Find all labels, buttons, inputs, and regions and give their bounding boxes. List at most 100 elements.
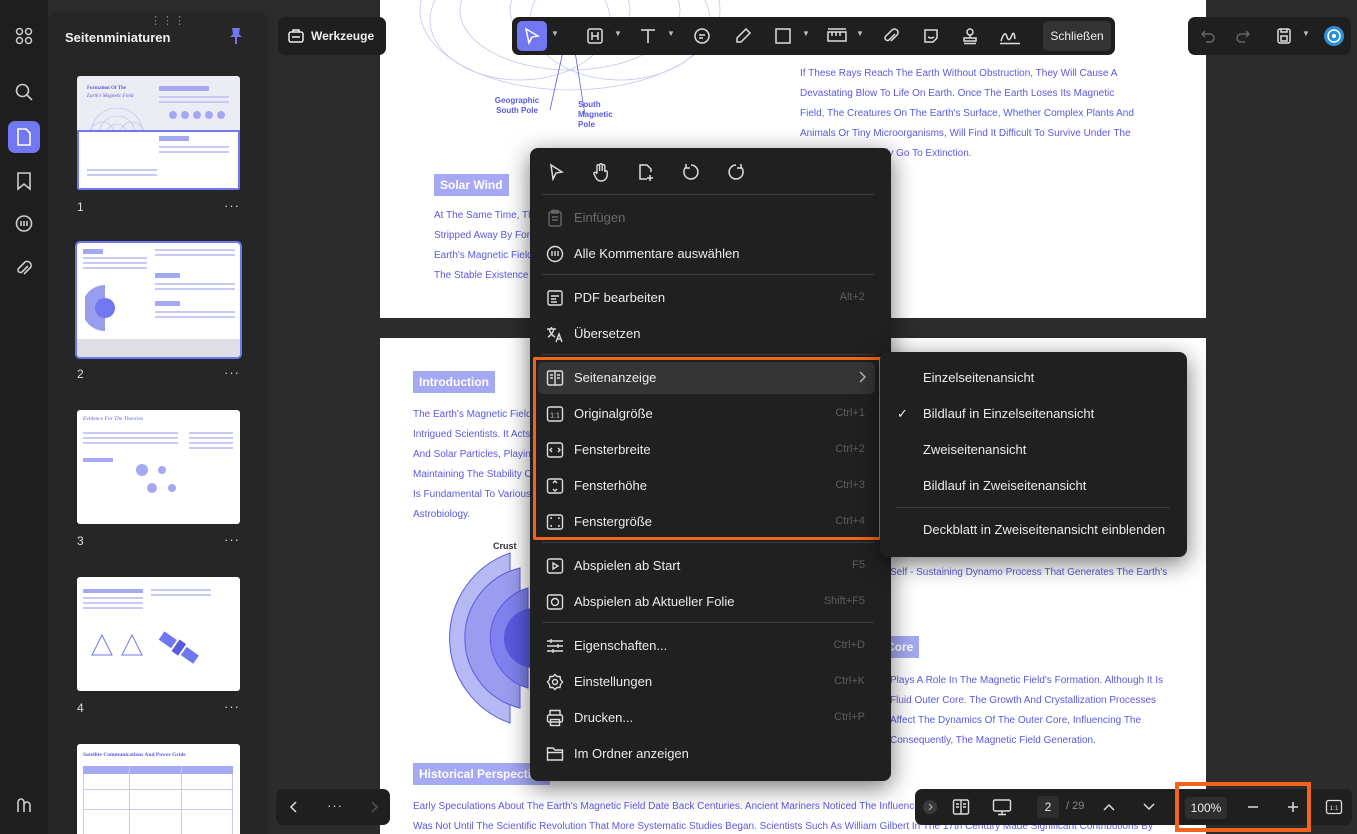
heading-tool-icon[interactable] (583, 24, 607, 48)
shape-tool-icon[interactable] (771, 24, 795, 48)
menu-item-translate[interactable]: Übersetzen (538, 318, 875, 350)
sticker-icon[interactable] (919, 24, 943, 48)
menu-item-show-in-folder[interactable]: Im Ordner anzeigen (538, 738, 875, 770)
menu-item-fit-height[interactable]: Fensterhöhe Ctrl+3 (538, 470, 875, 502)
redo-icon[interactable] (1231, 24, 1255, 48)
zoom-input[interactable]: 100% (1185, 797, 1227, 819)
thumbnails-panel: ⋮⋮⋮ Seitenminiaturen Formation Of The Ea… (48, 12, 268, 834)
comment-tool-icon[interactable] (690, 24, 714, 48)
thumbnail-more-button[interactable]: ··· (224, 198, 240, 213)
thumbnail-page-3[interactable]: Evidence For The Theories 3 ··· (77, 410, 240, 548)
menu-item-edit-pdf[interactable]: PDF bearbeiten Alt+2 (538, 282, 875, 314)
page-nav-left: ··· (276, 789, 390, 825)
menu-label: Originalgröße (574, 406, 653, 421)
annotation-toolbar: ▼ ▼ ▼ ▼ ▼ Schließen (512, 17, 1115, 55)
attachment-tool-icon[interactable] (879, 24, 903, 48)
submenu-item-cover-page[interactable]: Deckblatt in Zweiseitenansicht einblende… (888, 514, 1179, 546)
search-icon[interactable] (8, 76, 40, 108)
page-number-input[interactable]: 2 (1037, 796, 1059, 818)
signature-icon[interactable] (998, 24, 1022, 48)
tools-label: Werkzeuge (311, 29, 375, 43)
menu-item-select-comments[interactable]: Alle Kommentare auswählen (538, 238, 875, 270)
thumbnail-more-button[interactable]: ··· (224, 532, 240, 547)
pointer-icon[interactable] (544, 160, 568, 184)
collapse-icon[interactable] (923, 800, 937, 814)
rotate-left-icon[interactable] (679, 160, 703, 184)
thumbnail-more-button[interactable]: ··· (224, 699, 240, 714)
fit-window-icon (546, 514, 564, 530)
layers-icon[interactable] (8, 790, 40, 822)
actual-size-icon[interactable]: 1:1 (1322, 795, 1346, 819)
menu-label: Abspielen ab Start (574, 558, 681, 573)
close-button[interactable]: Schließen (1043, 21, 1111, 51)
menu-item-print[interactable]: Drucken... Ctrl+P (538, 702, 875, 734)
play-current-icon (546, 594, 564, 610)
chevron-down-icon[interactable]: ▼ (1302, 29, 1310, 38)
more-button[interactable]: ··· (327, 798, 343, 813)
menu-label: Fenstergröße (574, 514, 653, 529)
zoom-out-icon[interactable] (1241, 795, 1265, 819)
thumbnail-page-1[interactable]: Formation Of The Earth's Magnetic Field … (77, 76, 240, 214)
chevron-up-icon[interactable] (1097, 795, 1121, 819)
chevron-down-icon[interactable]: ▼ (667, 29, 675, 38)
chevron-down-icon[interactable] (1137, 795, 1161, 819)
fit-width-icon (546, 442, 564, 458)
highlighter-icon[interactable] (731, 24, 755, 48)
tools-button[interactable]: Werkzeuge (278, 17, 386, 55)
chevron-down-icon[interactable]: ▼ (856, 29, 864, 38)
menu-shortcut: Ctrl+K (834, 675, 865, 687)
stamp-icon[interactable] (958, 24, 982, 48)
thumbnail-page-2[interactable]: 2 ··· (75, 241, 242, 381)
menu-item-properties[interactable]: Eigenschaften... Ctrl+D (538, 630, 875, 662)
thumb-heading: Formation Of The (87, 86, 127, 91)
measure-tool-icon[interactable] (825, 24, 849, 48)
grid-icon[interactable] (8, 20, 40, 52)
zoom-in-icon[interactable] (1281, 795, 1305, 819)
chevron-down-icon[interactable]: ▼ (802, 29, 810, 38)
paste-icon (548, 209, 562, 227)
menu-item-play-current[interactable]: Abspielen ab Aktueller Folie Shift+F5 (538, 586, 875, 618)
submenu-item-single-page[interactable]: Einzelseitenansicht (888, 362, 1179, 394)
menu-item-fit-window[interactable]: Fenstergröße Ctrl+4 (538, 506, 875, 538)
menu-label: Abspielen ab Aktueller Folie (574, 594, 735, 609)
ai-assistant-icon[interactable] (1322, 24, 1346, 48)
menu-item-fit-width[interactable]: Fensterbreite Ctrl+2 (538, 434, 875, 466)
rotate-right-icon[interactable] (724, 160, 748, 184)
quick-actions (544, 160, 748, 186)
menu-shortcut: Ctrl+4 (835, 515, 865, 527)
pin-icon[interactable] (228, 27, 244, 45)
presentation-icon[interactable] (990, 795, 1014, 819)
submenu-item-single-page-scroll[interactable]: ✓ Bildlauf in Einzelseitenansicht (888, 398, 1179, 430)
menu-item-play-start[interactable]: Abspielen ab Start F5 (538, 550, 875, 582)
add-page-icon[interactable] (634, 160, 658, 184)
drag-handle[interactable]: ⋮⋮⋮ (150, 14, 186, 27)
page-layout-icon[interactable] (949, 795, 973, 819)
comment-icon[interactable] (8, 208, 40, 240)
hand-icon[interactable] (589, 160, 613, 184)
menu-item-original-size[interactable]: 1:1 Originalgröße Ctrl+1 (538, 398, 875, 430)
chevron-down-icon[interactable]: ▼ (551, 29, 559, 38)
thumbnail-page-4[interactable]: 4 ··· (77, 577, 240, 715)
submenu-item-two-page[interactable]: Zweiseitenansicht (888, 434, 1179, 466)
menu-item-page-display[interactable]: Seitenanzeige (538, 362, 875, 394)
submenu-item-two-page-scroll[interactable]: Bildlauf in Zweiseitenansicht (888, 470, 1179, 502)
chevron-right-icon[interactable] (362, 795, 386, 819)
save-icon[interactable] (1272, 24, 1296, 48)
menu-shortcut: Ctrl+D (833, 639, 865, 651)
page-number: 1 (77, 200, 84, 214)
select-tool-icon[interactable] (520, 24, 544, 48)
menu-item-settings[interactable]: Einstellungen Ctrl+K (538, 666, 875, 698)
menu-item-paste[interactable]: Einfügen (538, 202, 875, 234)
chevron-left-icon[interactable] (282, 795, 306, 819)
bookmark-icon[interactable] (8, 165, 40, 197)
text-tool-icon[interactable] (636, 24, 660, 48)
menu-label: Einstellungen (574, 674, 653, 689)
thumbnail-more-button[interactable]: ··· (224, 365, 240, 380)
attachment-icon[interactable] (8, 252, 40, 284)
submenu-label: Bildlauf in Einzelseitenansicht (923, 406, 1095, 421)
thumbnail-page-5[interactable]: Satellite Communications And Power Grids (77, 744, 240, 834)
page-icon[interactable] (8, 121, 40, 153)
earth-layers-diagram (449, 552, 534, 724)
chevron-down-icon[interactable]: ▼ (614, 29, 622, 38)
undo-icon[interactable] (1196, 24, 1220, 48)
